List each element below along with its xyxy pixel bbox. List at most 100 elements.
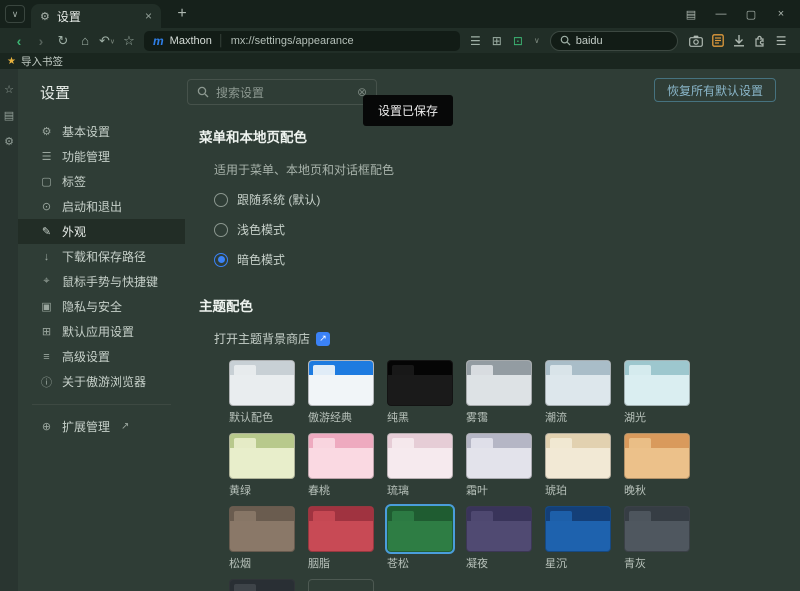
theme-card[interactable]: 松烟 xyxy=(229,506,295,570)
workspace-icon[interactable]: ▤ xyxy=(678,8,704,21)
tab-close-icon[interactable]: × xyxy=(145,9,152,23)
theme-name: 晚秋 xyxy=(624,485,690,497)
theme-thumbnail xyxy=(387,433,453,479)
theme-thumbnail xyxy=(229,360,295,406)
download-button[interactable] xyxy=(733,34,745,47)
theme-card[interactable]: 琉璃 xyxy=(387,433,453,497)
radio-label: 跟随系统 (默认) xyxy=(237,191,320,208)
theme-name: 潮流 xyxy=(545,412,611,424)
plus-icon[interactable]: + xyxy=(308,579,374,591)
radio-dark-mode[interactable]: 暗色模式 xyxy=(214,251,800,268)
theme-card[interactable]: 晚秋 xyxy=(624,433,690,497)
extensions-puzzle-icon[interactable] xyxy=(754,34,767,47)
theme-card[interactable]: 春桃 xyxy=(308,433,374,497)
theme-thumbnail xyxy=(466,433,532,479)
rail-favorites-icon[interactable]: ☆ xyxy=(4,83,14,96)
add-theme-card[interactable]: + xyxy=(308,579,374,591)
radio-label: 浅色模式 xyxy=(237,221,285,238)
theme-card[interactable]: 傲游经典 xyxy=(308,360,374,424)
theme-card[interactable]: 霜叶 xyxy=(466,433,532,497)
sidebar-item-features[interactable]: ☰ 功能管理 xyxy=(18,144,185,169)
theme-card[interactable]: 胭脂 xyxy=(308,506,374,570)
back-button[interactable]: ‹ xyxy=(8,33,30,49)
snap-icon[interactable]: ⊡ xyxy=(513,34,523,48)
sidebar-item-advanced[interactable]: ≡ 高级设置 xyxy=(18,344,185,369)
radio-icon[interactable] xyxy=(214,223,228,237)
theme-card-selected[interactable]: 苍松 xyxy=(387,506,453,570)
address-bar[interactable]: m Maxthon │ mx://settings/appearance xyxy=(144,31,460,51)
radio-icon[interactable] xyxy=(214,193,228,207)
chevron-down-icon[interactable]: ∨ xyxy=(534,36,540,45)
search-icon xyxy=(197,86,209,98)
favorite-star-button[interactable]: ☆ xyxy=(118,33,140,49)
theme-thumbnail xyxy=(308,506,374,552)
new-tab-button[interactable]: + xyxy=(171,5,193,23)
undo-closed-tab-button[interactable]: ↶∨ xyxy=(96,33,118,49)
theme-name: 黄绿 xyxy=(229,485,295,497)
theme-card[interactable]: 湖光 xyxy=(624,360,690,424)
reader-mode-icon[interactable]: ☰ xyxy=(470,34,481,48)
forward-button[interactable]: › xyxy=(30,33,52,49)
saved-toast: 设置已保存 xyxy=(363,95,453,126)
theme-card[interactable]: 暗夜 xyxy=(229,579,295,591)
theme-card[interactable]: 琥珀 xyxy=(545,433,611,497)
camera-button[interactable] xyxy=(689,35,703,47)
radio-follow-system[interactable]: 跟随系统 (默认) xyxy=(214,191,800,208)
sidebar-item-default-apps[interactable]: ⊞ 默认应用设置 xyxy=(18,319,185,344)
settings-sidebar: 设置 ⚙ 基本设置 ☰ 功能管理 ▢ 标签 ⊙ 启动和退出 ✎ 外观 ↓ 下载和… xyxy=(18,69,185,591)
theme-name: 傲游经典 xyxy=(308,412,374,424)
theme-thumbnail xyxy=(624,433,690,479)
import-bookmarks-button[interactable]: 导入书签 xyxy=(21,54,63,69)
theme-card[interactable]: 纯黑 xyxy=(387,360,453,424)
notes-button[interactable] xyxy=(712,34,724,47)
minimize-button[interactable]: — xyxy=(708,8,734,20)
radio-checked-icon[interactable] xyxy=(214,253,228,267)
theme-card[interactable]: 凝夜 xyxy=(466,506,532,570)
search-box[interactable]: baidu xyxy=(550,31,678,51)
maximize-button[interactable]: ▢ xyxy=(738,8,764,21)
radio-light-mode[interactable]: 浅色模式 xyxy=(214,221,800,238)
sidebar-item-label: 鼠标手势与快捷键 xyxy=(62,273,158,290)
chevron-down-icon: ∨ xyxy=(110,38,115,45)
url-text: mx://settings/appearance xyxy=(231,35,354,47)
rail-panel-icon[interactable]: ▤ xyxy=(4,109,14,122)
side-rail: ☆ ▤ ⚙ xyxy=(0,69,18,591)
sidebar-item-label: 功能管理 xyxy=(62,148,110,165)
theme-card[interactable]: 默认配色 xyxy=(229,360,295,424)
sidebar-item-appearance[interactable]: ✎ 外观 xyxy=(18,219,185,244)
home-button[interactable]: ⌂ xyxy=(74,33,96,48)
theme-name: 青灰 xyxy=(624,558,690,570)
theme-store-link[interactable]: 打开主题背景商店 ↗ xyxy=(214,330,800,347)
theme-name: 苍松 xyxy=(387,558,453,570)
theme-card[interactable]: 潮流 xyxy=(545,360,611,424)
theme-name: 雾霭 xyxy=(466,412,532,424)
info-icon: ⓘ xyxy=(40,374,53,390)
sidebar-item-tabs[interactable]: ▢ 标签 xyxy=(18,169,185,194)
settings-search-input[interactable]: 搜索设置 ⊗ xyxy=(187,79,377,105)
sidebar-item-extensions[interactable]: ⊕ 扩展管理 ↗ xyxy=(18,414,185,439)
sidebar-item-basic[interactable]: ⚙ 基本设置 xyxy=(18,119,185,144)
sidebar-item-label: 隐私与安全 xyxy=(62,298,122,315)
rail-settings-gear-icon[interactable]: ⚙ xyxy=(4,135,14,148)
theme-name: 湖光 xyxy=(624,412,690,424)
theme-card[interactable]: 黄绿 xyxy=(229,433,295,497)
theme-card[interactable]: 雾霭 xyxy=(466,360,532,424)
sidebar-item-gestures[interactable]: ⌖ 鼠标手势与快捷键 xyxy=(18,269,185,294)
theme-name: 纯黑 xyxy=(387,412,453,424)
sidebar-item-downloads[interactable]: ↓ 下载和保存路径 xyxy=(18,244,185,269)
tab-list-button[interactable]: ∨ xyxy=(5,5,25,23)
restore-defaults-button[interactable]: 恢复所有默认设置 xyxy=(654,78,776,102)
tab-settings[interactable]: ⚙ 设置 × xyxy=(31,4,161,28)
theme-store-link-icon: ↗ xyxy=(316,332,330,346)
refresh-button[interactable]: ↻ xyxy=(52,33,74,49)
theme-card[interactable]: 星沉 xyxy=(545,506,611,570)
main-menu-icon[interactable]: ☰ xyxy=(776,34,787,48)
theme-card[interactable]: 青灰 xyxy=(624,506,690,570)
features-icon: ☰ xyxy=(40,150,53,163)
sidebar-item-about[interactable]: ⓘ 关于傲游浏览器 xyxy=(18,369,185,394)
split-screen-icon[interactable]: ⊞ xyxy=(492,34,502,48)
tab-icon: ▢ xyxy=(40,175,53,188)
close-button[interactable]: × xyxy=(768,8,794,20)
sidebar-item-privacy[interactable]: ▣ 隐私与安全 xyxy=(18,294,185,319)
sidebar-item-startup[interactable]: ⊙ 启动和退出 xyxy=(18,194,185,219)
